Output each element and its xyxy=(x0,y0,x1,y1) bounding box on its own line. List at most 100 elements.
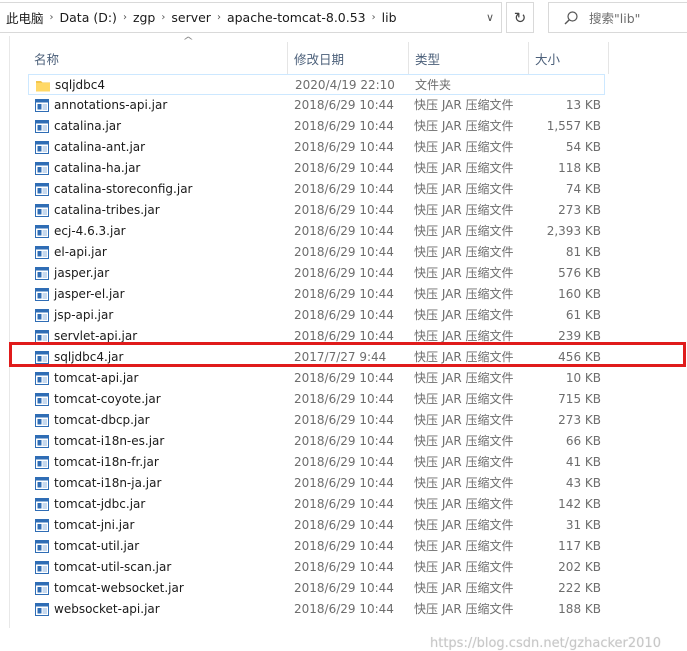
jar-file-icon xyxy=(35,309,49,322)
jar-file-icon xyxy=(35,393,49,406)
address-history-dropdown[interactable]: ∨ xyxy=(478,2,502,33)
file-row[interactable]: tomcat-util-scan.jar 2018/6/29 10:44 快压 JA… xyxy=(28,557,605,578)
file-row[interactable]: ecj-4.6.3.jar 2018/6/29 10:44 快压 JAR 压缩文件 2… xyxy=(28,221,605,242)
file-name: tomcat-api.jar xyxy=(54,371,139,385)
file-row[interactable]: tomcat-api.jar 2018/6/29 10:44 快压 JAR 压缩文件… xyxy=(28,368,605,389)
file-row[interactable]: catalina-ant.jar 2018/6/29 10:44 快压 JAR 压缩… xyxy=(28,137,605,158)
breadcrumb-separator-icon[interactable]: › xyxy=(366,12,376,23)
file-row[interactable]: tomcat-i18n-es.jar 2018/6/29 10:44 快压 JAR … xyxy=(28,431,605,452)
file-size: 31 KB xyxy=(565,518,601,532)
column-header-size[interactable]: 大小 xyxy=(529,42,609,74)
column-header-date[interactable]: 修改日期 xyxy=(288,42,408,74)
file-name: websocket-api.jar xyxy=(54,602,160,616)
file-row[interactable]: servlet-api.jar 2018/6/29 10:44 快压 JAR 压缩文… xyxy=(28,326,605,347)
file-row[interactable]: tomcat-dbcp.jar 2018/6/29 10:44 快压 JAR 压缩文… xyxy=(28,410,605,431)
file-row[interactable]: catalina.jar 2018/6/29 10:44 快压 JAR 压缩文件 1,… xyxy=(28,116,605,137)
file-row[interactable]: el-api.jar 2018/6/29 10:44 快压 JAR 压缩文件 81 K… xyxy=(28,242,605,263)
file-row[interactable]: catalina-tribes.jar 2018/6/29 10:44 快压 JAR… xyxy=(28,200,605,221)
breadcrumb-item[interactable]: apache-tomcat-8.0.53 xyxy=(221,10,366,25)
file-size: 273 KB xyxy=(558,203,601,217)
file-modified-date: 2018/6/29 10:44 xyxy=(294,434,394,448)
breadcrumb-separator-icon[interactable]: › xyxy=(211,12,221,23)
breadcrumb-separator-icon[interactable]: › xyxy=(117,12,127,23)
jar-file-icon xyxy=(35,603,49,616)
file-row[interactable]: tomcat-util.jar 2018/6/29 10:44 快压 JAR 压缩文… xyxy=(28,536,605,557)
jar-file-icon xyxy=(35,330,49,343)
file-modified-date: 2018/6/29 10:44 xyxy=(294,182,394,196)
file-name: catalina.jar xyxy=(54,119,122,133)
file-size: 13 KB xyxy=(565,98,601,112)
file-type: 快压 JAR 压缩文件 xyxy=(414,140,514,154)
address-bar-row: 此电脑 › Data (D:) › zgp › server › apache-tomcat-8… xyxy=(0,0,687,36)
jar-file-icon xyxy=(35,120,49,133)
file-modified-date: 2018/6/29 10:44 xyxy=(294,266,394,280)
breadcrumb-separator-icon[interactable]: › xyxy=(44,12,54,23)
file-modified-date: 2018/6/29 10:44 xyxy=(294,476,394,490)
file-row[interactable]: sqljdbc4.jar 2017/7/27 9:44 快压 JAR 压缩文件 456… xyxy=(28,347,605,368)
jar-file-icon xyxy=(35,267,49,280)
file-name: catalina-ant.jar xyxy=(54,140,146,154)
jar-file-icon xyxy=(35,141,49,154)
jar-file-icon xyxy=(35,372,49,385)
file-size: 43 KB xyxy=(565,476,601,490)
file-name: catalina-tribes.jar xyxy=(54,203,160,217)
file-row[interactable]: annotations-api.jar 2018/6/29 10:44 快压 JAR… xyxy=(28,95,605,116)
file-name: annotations-api.jar xyxy=(54,98,168,112)
file-size: 81 KB xyxy=(565,245,601,259)
file-size: 715 KB xyxy=(558,392,601,406)
file-row[interactable]: catalina-storeconfig.jar 2018/6/29 10:44 快… xyxy=(28,179,605,200)
breadcrumb-item[interactable]: Data (D:) xyxy=(54,10,117,25)
file-type: 快压 JAR 压缩文件 xyxy=(414,203,514,217)
file-row[interactable]: catalina-ha.jar 2018/6/29 10:44 快压 JAR 压缩文… xyxy=(28,158,605,179)
jar-file-icon xyxy=(35,288,49,301)
file-modified-date: 2018/6/29 10:44 xyxy=(294,455,394,469)
file-row[interactable]: tomcat-websocket.jar 2018/6/29 10:44 快压 JA… xyxy=(28,578,605,599)
file-size: 239 KB xyxy=(558,329,601,343)
file-name: sqljdbc4.jar xyxy=(54,350,124,364)
column-header-type[interactable]: 类型 xyxy=(409,42,528,74)
file-type: 快压 JAR 压缩文件 xyxy=(414,476,514,490)
jar-file-icon xyxy=(35,351,49,364)
file-row[interactable]: jsp-api.jar 2018/6/29 10:44 快压 JAR 压缩文件 61 … xyxy=(28,305,605,326)
file-row[interactable]: tomcat-coyote.jar 2018/6/29 10:44 快压 JAR 压… xyxy=(28,389,605,410)
file-name: jsp-api.jar xyxy=(54,308,114,322)
file-type: 快压 JAR 压缩文件 xyxy=(414,350,514,364)
watermark: https://blog.csdn.net/gzhacker2010 xyxy=(430,636,661,651)
jar-file-icon xyxy=(35,435,49,448)
jar-file-icon xyxy=(35,477,49,490)
refresh-icon: ↻ xyxy=(513,8,527,27)
jar-file-icon xyxy=(35,162,49,175)
column-header-name[interactable]: 名称 xyxy=(28,42,286,74)
breadcrumb-item[interactable]: 此电脑 xyxy=(0,8,44,27)
file-name: jasper.jar xyxy=(54,266,110,280)
breadcrumb-separator-icon[interactable]: › xyxy=(155,12,165,23)
file-name: tomcat-dbcp.jar xyxy=(54,413,150,427)
file-type: 快压 JAR 压缩文件 xyxy=(414,518,514,532)
file-modified-date: 2018/6/29 10:44 xyxy=(294,224,394,238)
file-row[interactable]: websocket-api.jar 2018/6/29 10:44 快压 JAR 压… xyxy=(28,599,605,620)
search-input[interactable]: 搜索"lib" xyxy=(548,2,687,33)
file-name: jasper-el.jar xyxy=(54,287,125,301)
file-size: 118 KB xyxy=(558,161,601,175)
column-divider[interactable] xyxy=(608,42,609,74)
file-row[interactable]: tomcat-i18n-fr.jar 2018/6/29 10:44 快压 JAR … xyxy=(28,452,605,473)
file-modified-date: 2018/6/29 10:44 xyxy=(294,581,394,595)
file-row[interactable]: tomcat-jdbc.jar 2018/6/29 10:44 快压 JAR 压缩文… xyxy=(28,494,605,515)
address-bar[interactable]: 此电脑 › Data (D:) › zgp › server › apache-tomcat-8… xyxy=(0,2,502,33)
file-type: 快压 JAR 压缩文件 xyxy=(414,98,514,112)
folder-row[interactable]: sqljdbc4 2020/4/19 22:10 文件夹 xyxy=(28,74,605,95)
jar-file-icon xyxy=(35,561,49,574)
search-icon xyxy=(563,10,579,26)
refresh-button[interactable]: ↻ xyxy=(506,2,534,33)
file-row[interactable]: jasper-el.jar 2018/6/29 10:44 快压 JAR 压缩文件 1… xyxy=(28,284,605,305)
column-header-name-label: 名称 xyxy=(34,51,60,67)
file-row[interactable]: jasper.jar 2018/6/29 10:44 快压 JAR 压缩文件 576 … xyxy=(28,263,605,284)
breadcrumb-item[interactable]: zgp xyxy=(127,10,155,25)
breadcrumb-item[interactable]: lib xyxy=(376,10,397,25)
file-modified-date: 2018/6/29 10:44 xyxy=(294,539,394,553)
file-row[interactable]: tomcat-jni.jar 2018/6/29 10:44 快压 JAR 压缩文件… xyxy=(28,515,605,536)
breadcrumb-item[interactable]: server xyxy=(165,10,211,25)
file-size: 2,393 KB xyxy=(546,224,601,238)
file-row[interactable]: tomcat-i18n-ja.jar 2018/6/29 10:44 快压 JAR … xyxy=(28,473,605,494)
file-modified-date: 2018/6/29 10:44 xyxy=(294,371,394,385)
